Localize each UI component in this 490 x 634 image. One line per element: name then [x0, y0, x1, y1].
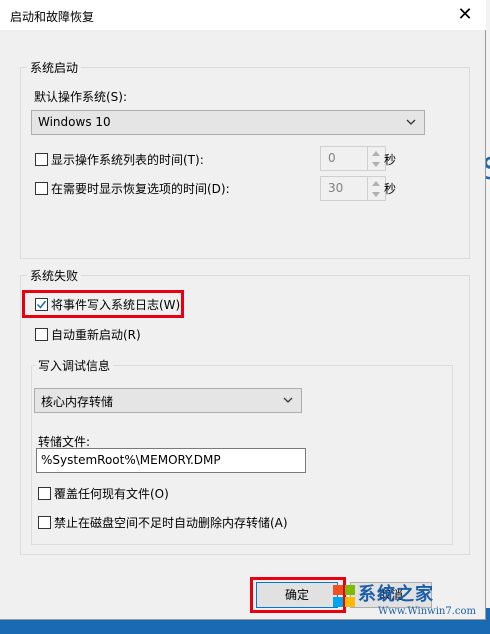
overwrite-checkbox[interactable]: [38, 487, 51, 500]
overwrite-label: 覆盖任何现有文件(O): [54, 487, 169, 501]
auto-restart-checkbox[interactable]: [35, 328, 48, 341]
watermark-main-text: 系统之家: [358, 584, 434, 605]
show-recovery-label: 在需要时显示恢复选项的时间(D):: [51, 182, 230, 196]
disable-auto-delete-checkbox[interactable]: [38, 516, 51, 529]
show-recovery-unit: 秒: [384, 182, 397, 196]
default-os-value: Windows 10: [38, 115, 111, 129]
site-watermark: 系统之家 Www.Winwin7.com: [330, 580, 488, 622]
show-recovery-checkbox[interactable]: [35, 182, 48, 195]
disable-auto-delete-label: 禁止在磁盘空间不足时自动删除内存转储(A): [54, 516, 288, 530]
background-window-edge: [486, 0, 490, 634]
dump-file-value: %SystemRoot%\MEMORY.DMP: [41, 453, 221, 467]
show-os-list-value[interactable]: 0: [320, 146, 368, 171]
auto-restart-label: 自动重新启动(R): [51, 328, 141, 342]
system-failure-legend: 系统失败: [27, 267, 82, 284]
arrow-down-icon[interactable]: [372, 162, 380, 167]
chevron-down-icon: [283, 397, 293, 403]
show-os-list-unit: 秒: [384, 153, 397, 167]
system-startup-legend: 系统启动: [27, 59, 82, 76]
arrow-up-icon[interactable]: [372, 181, 380, 186]
show-os-list-checkbox[interactable]: [35, 153, 48, 166]
show-recovery-value[interactable]: 30: [320, 176, 368, 201]
windows-logo-icon: [333, 585, 355, 607]
window-title: 启动和故障恢复: [10, 10, 95, 24]
debug-info-legend: 写入调试信息: [35, 357, 114, 374]
watermark-sub-text: Www.Winwin7.com: [378, 606, 476, 617]
show-os-list-stepper[interactable]: 0: [320, 146, 386, 171]
arrow-up-icon[interactable]: [372, 151, 380, 156]
default-os-label: 默认操作系统(S):: [34, 90, 128, 104]
title-bar: 启动和故障恢复 ✕: [0, 0, 486, 30]
startup-recovery-dialog: 启动和故障恢复 ✕ 系统启动 默认操作系统(S): Windows 10 显示操…: [0, 0, 486, 620]
chevron-down-icon: [406, 119, 416, 125]
dump-file-input[interactable]: %SystemRoot%\MEMORY.DMP: [36, 448, 306, 473]
show-recovery-stepper[interactable]: 30: [320, 176, 386, 201]
highlight-write-event: [22, 290, 184, 318]
debug-info-type-value: 核心内存转储: [41, 395, 114, 409]
close-icon[interactable]: ✕: [450, 2, 480, 28]
default-os-select[interactable]: Windows 10: [31, 110, 425, 135]
show-os-list-label: 显示操作系统列表的时间(T):: [51, 153, 204, 167]
debug-info-type-select[interactable]: 核心内存转储: [34, 388, 302, 413]
arrow-down-icon[interactable]: [372, 192, 380, 197]
